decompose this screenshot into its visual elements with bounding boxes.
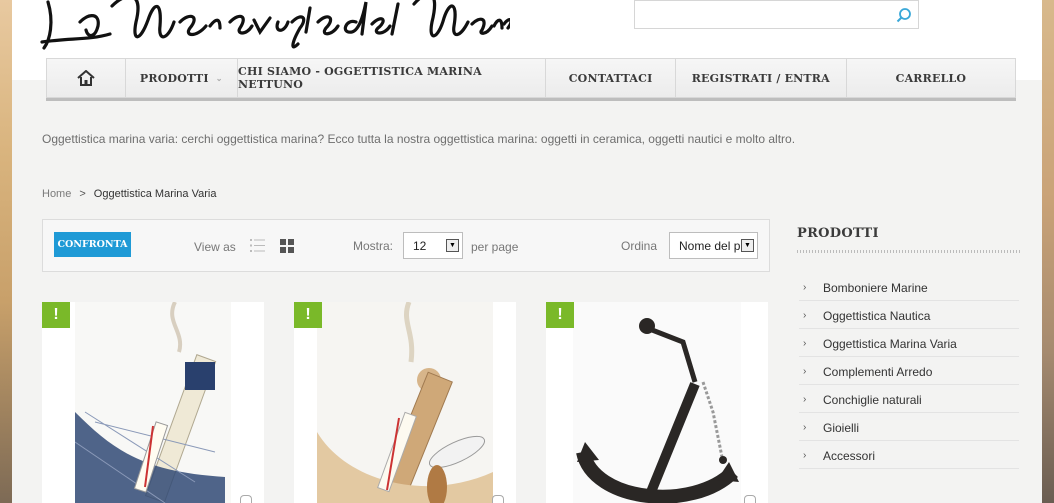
sidebar-item-oggettistica-nautica[interactable]: › Oggettistica Nautica: [799, 301, 1019, 329]
page: PRODOTTI ⌄ CHI SIAMO - OGGETTISTICA MARI…: [12, 0, 1042, 503]
main-navigation: PRODOTTI ⌄ CHI SIAMO - OGGETTISTICA MARI…: [46, 58, 1016, 98]
sidebar-item-accessori[interactable]: › Accessori: [799, 441, 1019, 469]
dropdown-arrow-icon: ▼: [446, 239, 459, 252]
chevron-down-icon: ⌄: [215, 73, 223, 83]
product-card[interactable]: !: [294, 302, 516, 503]
per-page-label: per page: [471, 240, 519, 254]
site-logo[interactable]: [40, 0, 510, 52]
per-page-select[interactable]: 12 ▼: [403, 232, 463, 259]
nav-chi-siamo[interactable]: CHI SIAMO - OGGETTISTICA MARINA NETTUNO: [238, 59, 547, 97]
breadcrumb-home[interactable]: Home: [42, 188, 71, 200]
product-badge: !: [294, 302, 322, 328]
page-background-left: [0, 0, 12, 503]
nav-registrati-label: REGISTRATI / ENTRA: [691, 71, 830, 85]
sidebar-item-complementi-arredo[interactable]: › Complementi Arredo: [799, 357, 1019, 385]
sort-select[interactable]: Nome del p ▼: [669, 232, 758, 259]
search-input[interactable]: [634, 0, 919, 29]
compare-button[interactable]: CONFRONTA: [54, 232, 131, 257]
chevron-right-icon: ›: [803, 282, 807, 293]
nav-carrello[interactable]: CARRELLO: [847, 59, 1015, 97]
chevron-right-icon: ›: [803, 394, 807, 405]
sidebar-item-label: Conchiglie naturali: [823, 392, 922, 407]
compare-checkbox[interactable]: [492, 495, 504, 503]
page-background-right: [1042, 0, 1054, 503]
product-badge: !: [42, 302, 70, 328]
sidebar-item-label: Bomboniere Marine: [823, 280, 928, 295]
product-image[interactable]: [317, 302, 493, 503]
category-description: Oggettistica marina varia: cerchi oggett…: [42, 132, 796, 146]
nav-contattaci[interactable]: CONTATTACI: [546, 59, 676, 97]
product-badge: !: [546, 302, 574, 328]
sidebar-title: PRODOTTI: [797, 226, 879, 241]
chevron-right-icon: ›: [803, 310, 807, 321]
product-toolbar: CONFRONTA View as Mostra: 12 ▼ per page …: [42, 219, 770, 272]
chevron-right-icon: ›: [803, 450, 807, 461]
sidebar-item-conchiglie-naturali[interactable]: › Conchiglie naturali: [799, 385, 1019, 413]
sidebar-item-gioielli[interactable]: › Gioielli: [799, 413, 1019, 441]
chevron-right-icon: ›: [803, 366, 807, 377]
sort-label: Ordina: [621, 239, 658, 253]
product-card[interactable]: !: [42, 302, 264, 503]
search-icon[interactable]: [896, 7, 912, 23]
nav-contattaci-label: CONTATTACI: [568, 71, 653, 85]
sort-value: Nome del p: [679, 239, 741, 253]
sidebar-category-list: › Bomboniere Marine › Oggettistica Nautica…: [799, 273, 1019, 469]
breadcrumb-separator: >: [79, 188, 86, 200]
per-page-value: 12: [413, 239, 427, 253]
view-as-label: View as: [194, 240, 236, 254]
compare-checkbox[interactable]: [240, 495, 252, 503]
nav-prodotti-label: PRODOTTI: [139, 71, 209, 85]
sidebar-item-bomboniere-marine[interactable]: › Bomboniere Marine: [799, 273, 1019, 301]
nav-chi-siamo-label: CHI SIAMO - OGGETTISTICA MARINA NETTUNO: [238, 65, 482, 91]
nav-prodotti[interactable]: PRODOTTI ⌄: [126, 59, 239, 97]
dropdown-arrow-icon: ▼: [741, 239, 754, 252]
sidebar-item-oggettistica-marina-varia[interactable]: › Oggettistica Marina Varia: [799, 329, 1019, 357]
product-card[interactable]: !: [546, 302, 768, 503]
home-icon: [77, 70, 95, 86]
nav-registrati[interactable]: REGISTRATI / ENTRA: [676, 59, 847, 97]
nav-carrello-label: CARRELLO: [895, 71, 967, 85]
grid-view-icon[interactable]: [280, 239, 294, 253]
chevron-right-icon: ›: [803, 338, 807, 349]
product-image[interactable]: [75, 302, 231, 503]
nav-home[interactable]: [47, 59, 126, 97]
compare-checkbox[interactable]: [744, 495, 756, 503]
sidebar-item-label: Accessori: [823, 448, 876, 463]
product-image[interactable]: [573, 302, 741, 503]
breadcrumb: Home > Oggettistica Marina Varia: [42, 188, 216, 200]
chevron-right-icon: ›: [803, 422, 807, 433]
sidebar-item-label: Complementi Arredo: [823, 364, 933, 379]
breadcrumb-current: Oggettistica Marina Varia: [93, 188, 217, 200]
show-label: Mostra:: [353, 239, 394, 253]
list-view-icon[interactable]: [250, 239, 265, 252]
sidebar-item-label: Oggettistica Marina Varia: [823, 336, 957, 351]
sidebar-divider: [797, 250, 1020, 253]
sidebar-item-label: Oggettistica Nautica: [823, 308, 931, 323]
sidebar-item-label: Gioielli: [823, 420, 860, 435]
